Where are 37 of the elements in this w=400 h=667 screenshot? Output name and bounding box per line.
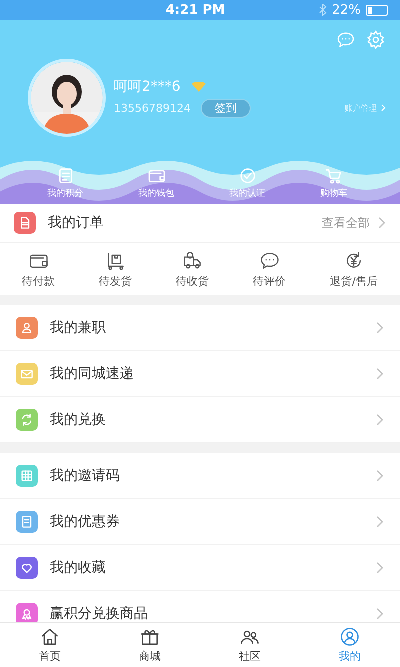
menu-item[interactable]: 我的邀请码 [0,453,400,499]
user-name: 呵呵2***6 [114,78,181,96]
order-status-item[interactable]: 待收货 [176,250,210,288]
phone-number: 13556789124 [114,102,191,115]
order-status-item[interactable]: 退货/售后 [330,250,378,288]
order-status-item[interactable]: 待发货 [99,250,132,288]
check-badge-icon [238,166,258,186]
home-icon [39,626,61,648]
menu-item[interactable]: 我的兼职 [0,305,400,351]
message-icon[interactable] [336,30,356,50]
chevron-right-icon [376,322,384,334]
truck-icon [182,250,204,272]
chevron-right-icon [378,217,386,229]
menu-item[interactable]: 我的同城速递 [0,351,400,397]
tab-item[interactable]: 社区 [200,623,300,667]
chevron-right-icon [376,516,384,528]
chevron-right-icon [376,470,384,482]
menu-item[interactable]: 我的优惠券 [0,499,400,545]
order-status-item[interactable]: 待评价 [253,250,286,288]
menu-item[interactable]: 我的收藏 [0,545,400,591]
vip-badge-icon [190,81,207,93]
clock: 4:21 PM [164,2,226,18]
tab-item[interactable]: 商城 [100,623,200,667]
section-title: 我的订单 [48,214,105,232]
chevron-right-icon [376,608,384,620]
tab-item[interactable]: 首页 [0,623,100,667]
bluetooth-icon [319,4,328,16]
battery-percent: 22% [332,2,361,18]
chevron-right-icon [376,414,384,426]
profile-icon [339,626,361,648]
menu-item[interactable]: 我的兑换 [0,397,400,443]
chevron-right-icon [376,368,384,380]
settings-icon[interactable] [366,30,386,50]
battery-icon [366,4,388,16]
order-status-item[interactable]: 待付款 [22,250,56,288]
chevron-right-icon [376,562,384,574]
chevron-right-icon [381,104,386,112]
